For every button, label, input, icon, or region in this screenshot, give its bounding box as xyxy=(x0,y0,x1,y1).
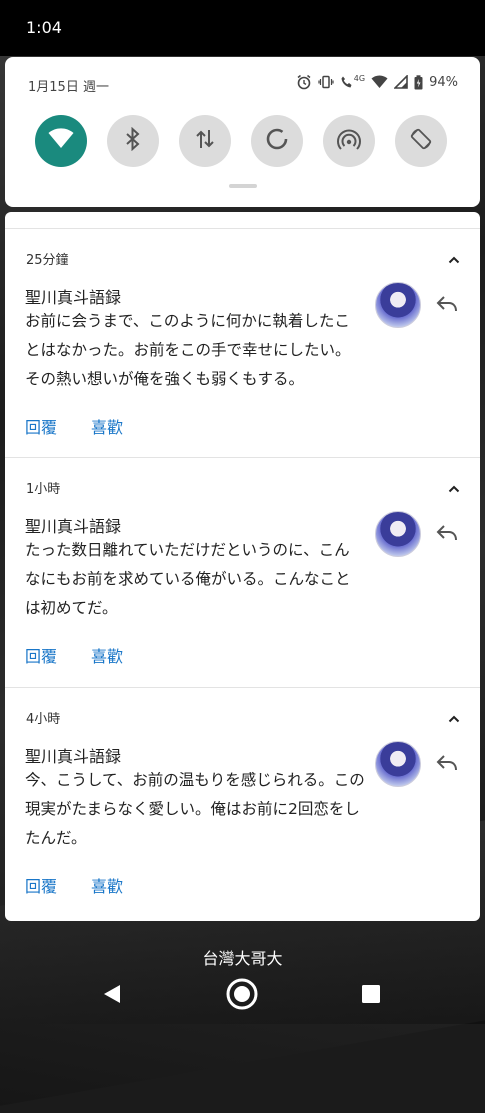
bluetooth-icon xyxy=(124,126,142,155)
cell-signal-icon xyxy=(394,75,408,89)
navigation-bar xyxy=(0,968,485,1024)
notification-time: 1小時 xyxy=(26,482,61,497)
collapse-chevron-icon[interactable] xyxy=(448,478,460,497)
status-bar: 1:04 xyxy=(0,0,485,56)
auto-rotate-icon xyxy=(409,127,433,155)
reply-button[interactable]: 回覆 xyxy=(25,873,57,897)
date-label[interactable]: 1月15日 週一 xyxy=(28,76,109,95)
drag-handle[interactable] xyxy=(229,184,257,188)
recents-square-icon xyxy=(362,985,380,1007)
collapse-chevron-icon[interactable] xyxy=(448,708,460,727)
wifi-icon xyxy=(48,128,74,154)
home-circle-icon xyxy=(226,978,258,1014)
battery-saver-icon xyxy=(265,127,289,155)
notification-message: 今、こうして、お前の温もりを感じられる。この現実がたまらなく愛しい。俺はお前に2… xyxy=(25,771,365,847)
notification-sender: 聖川真斗語録 xyxy=(25,747,122,766)
notification-time: 4小時 xyxy=(26,712,61,727)
system-status-icons: 4G 94% xyxy=(296,74,458,90)
reply-arrow-icon[interactable] xyxy=(436,295,458,317)
notification-sender: 聖川真斗語録 xyxy=(25,517,122,536)
wifi-tile[interactable] xyxy=(35,115,87,167)
carrier-label: 台灣大哥大 xyxy=(202,949,283,968)
reply-button[interactable]: 回覆 xyxy=(25,643,57,667)
battery-saver-tile[interactable] xyxy=(251,115,303,167)
quick-settings-tiles xyxy=(35,115,447,167)
like-button[interactable]: 喜歡 xyxy=(91,643,123,667)
quick-settings-panel: 1月15日 週一 4G 94% xyxy=(5,57,480,207)
back-triangle-icon xyxy=(103,984,121,1008)
battery-percent: 94% xyxy=(429,74,458,90)
reply-arrow-icon[interactable] xyxy=(436,754,458,776)
vibrate-icon xyxy=(318,74,334,90)
home-button[interactable] xyxy=(226,978,258,1014)
network-type-label: 4G xyxy=(353,74,366,83)
notification-time: 25分鐘 xyxy=(26,253,69,268)
clock: 1:04 xyxy=(26,18,62,37)
notification-actions: 回覆 喜歡 xyxy=(25,643,123,667)
like-button[interactable]: 喜歡 xyxy=(91,414,123,438)
hotspot-tile[interactable] xyxy=(323,115,375,167)
notification-card[interactable]: 25分鐘 聖川真斗語録 お前に会うまで、このように何かに執着したことはなかった。… xyxy=(5,228,480,458)
notification-message: お前に会うまで、このように何かに執着したことはなかった。お前をこの手で幸せにした… xyxy=(25,312,351,388)
notification-actions: 回覆 喜歡 xyxy=(25,414,123,438)
reply-arrow-icon[interactable] xyxy=(436,524,458,546)
like-button[interactable]: 喜歡 xyxy=(91,873,123,897)
avatar xyxy=(375,741,421,787)
wifi-signal-icon xyxy=(371,75,388,89)
collapse-chevron-icon[interactable] xyxy=(448,249,460,268)
notification-card[interactable]: 1小時 聖川真斗語録 たった数日離れていただけだというのに、こんなにもお前を求め… xyxy=(5,457,480,687)
reply-button[interactable]: 回覆 xyxy=(25,414,57,438)
battery-icon xyxy=(414,74,423,90)
auto-rotate-tile[interactable] xyxy=(395,115,447,167)
notification-card[interactable]: 4小時 聖川真斗語録 今、こうして、お前の温もりを感じられる。この現実がたまらな… xyxy=(5,687,480,917)
avatar xyxy=(375,511,421,557)
notification-sender: 聖川真斗語録 xyxy=(25,288,122,307)
alarm-icon xyxy=(296,74,312,90)
notification-actions: 回覆 喜歡 xyxy=(25,873,123,897)
notification-message: たった数日離れていただけだというのに、こんなにもお前を求めている俺がいる。こんな… xyxy=(25,541,351,617)
hotspot-icon xyxy=(336,127,362,155)
wifi-calling-icon: 4G xyxy=(340,75,365,89)
notification-list: 25分鐘 聖川真斗語録 お前に会うまで、このように何かに執着したことはなかった。… xyxy=(5,212,480,921)
data-transfer-icon xyxy=(195,128,215,154)
back-button[interactable] xyxy=(96,980,128,1012)
avatar xyxy=(375,282,421,328)
mobile-data-tile[interactable] xyxy=(179,115,231,167)
bluetooth-tile[interactable] xyxy=(107,115,159,167)
recents-button[interactable] xyxy=(355,980,387,1012)
